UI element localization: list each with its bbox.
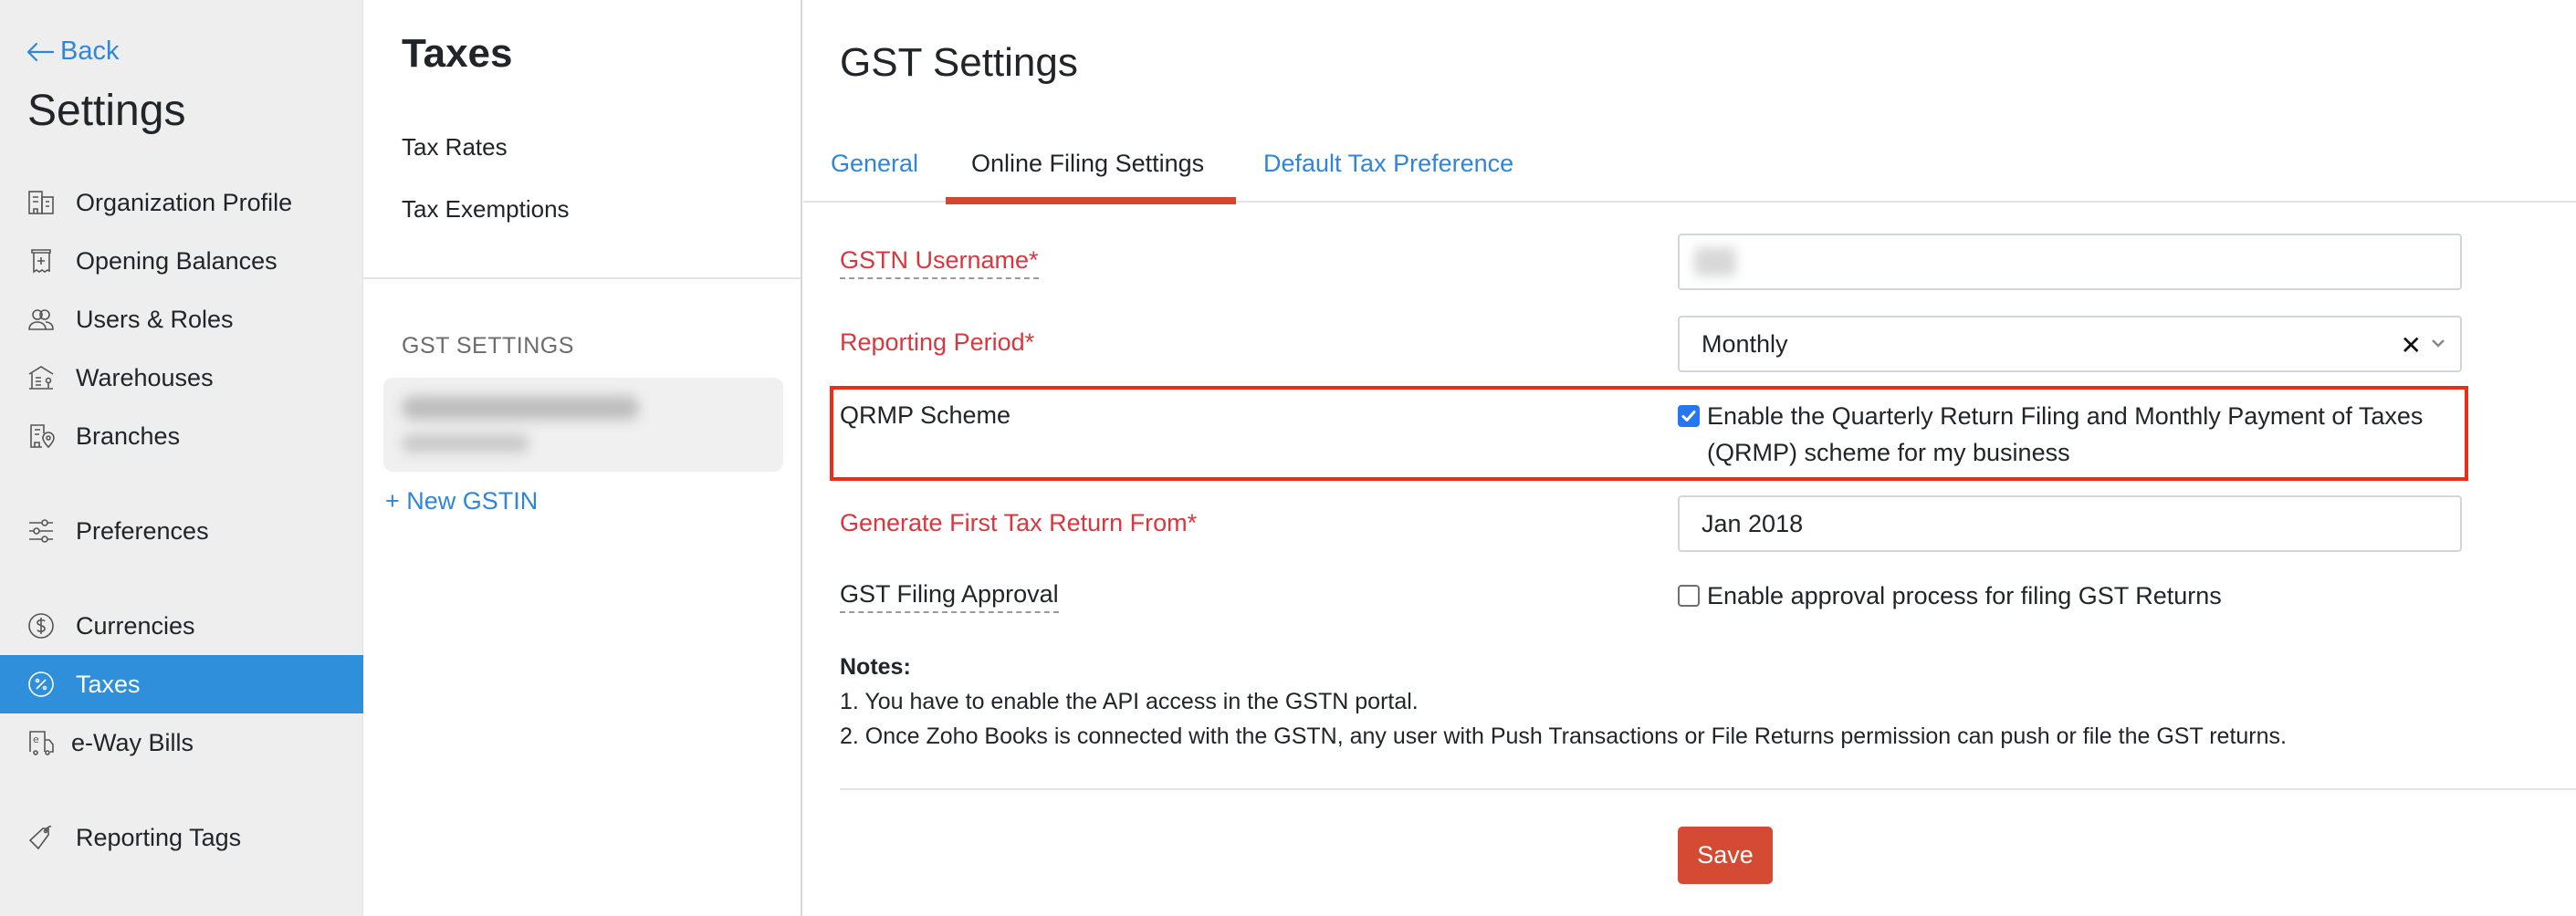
gstn-username-label: GSTN Username* xyxy=(840,246,1039,279)
filing-approval-checkbox-row: Enable approval process for filing GST R… xyxy=(1678,578,2222,614)
page-title: GST Settings xyxy=(840,40,1078,85)
qrmp-label-line1: Enable the Quarterly Return Filing and M… xyxy=(1707,402,2424,430)
back-link[interactable]: Back xyxy=(26,36,119,67)
save-button[interactable]: Save xyxy=(1678,827,1773,884)
clear-selection-icon[interactable]: ✕ xyxy=(2401,330,2422,360)
sidebar-item-currencies[interactable]: Currencies xyxy=(0,597,363,655)
dollar-circle-icon xyxy=(27,612,55,640)
gstin-card[interactable] xyxy=(383,378,783,472)
sidebar-item-reporting-tags[interactable]: Reporting Tags xyxy=(0,808,363,867)
gstn-username-label-text: GSTN Username* xyxy=(840,246,1039,279)
redacted-gstin-number xyxy=(402,434,529,453)
subnav-title: Taxes xyxy=(402,31,513,76)
sidebar-item-label: Users & Roles xyxy=(76,305,234,333)
filing-approval-label: GST Filing Approval xyxy=(840,580,1059,613)
reporting-period-value: Monthly xyxy=(1702,329,1788,358)
filing-approval-checkbox-label[interactable]: Enable approval process for filing GST R… xyxy=(1707,578,2222,614)
notes-section: Notes: 1. You have to enable the API acc… xyxy=(840,650,2287,754)
redacted-gstin-name xyxy=(402,396,639,420)
qrmp-label-line2: (QRMP) scheme for my business xyxy=(1707,439,2070,466)
sidebar-item-organization-profile[interactable]: Organization Profile xyxy=(0,173,363,232)
warehouse-icon xyxy=(27,364,55,391)
back-label: Back xyxy=(60,36,120,66)
tag-icon xyxy=(27,824,55,851)
active-tab-indicator xyxy=(946,197,1236,204)
filing-approval-checkbox[interactable] xyxy=(1678,585,1700,607)
receipt-icon xyxy=(27,247,55,275)
svg-text:e: e xyxy=(33,734,39,745)
first-return-label: Generate First Tax Return From* xyxy=(840,509,1198,536)
sidebar-item-taxes[interactable]: Taxes xyxy=(0,655,363,713)
tab-default-tax-preference[interactable]: Default Tax Preference xyxy=(1263,150,1513,178)
taxes-subnav: Taxes Tax Rates Tax Exemptions GST SETTI… xyxy=(363,0,802,916)
form-footer-divider xyxy=(840,788,2576,790)
filing-approval-label-text: GST Filing Approval xyxy=(840,580,1059,613)
tab-general[interactable]: General xyxy=(831,150,918,178)
settings-tabs: General Online Filing Settings Default T… xyxy=(803,137,2576,204)
first-return-value: Jan 2018 xyxy=(1702,509,1804,537)
chevron-down-icon[interactable] xyxy=(2429,334,2447,352)
users-icon xyxy=(27,306,55,333)
first-return-input[interactable]: Jan 2018 xyxy=(1678,495,2462,552)
gst-settings-heading: GST SETTINGS xyxy=(402,333,574,359)
note-line: 2. Once Zoho Books is connected with the… xyxy=(840,723,2287,749)
subnav-divider xyxy=(363,277,801,279)
sidebar-item-label: Branches xyxy=(76,422,181,450)
sidebar-item-label: Currencies xyxy=(76,611,195,640)
qrmp-checkbox[interactable] xyxy=(1678,405,1700,427)
reporting-period-label: Reporting Period* xyxy=(840,328,1035,356)
percent-circle-icon xyxy=(27,671,55,698)
arrow-left-icon xyxy=(26,42,55,61)
sidebar-item-warehouses[interactable]: Warehouses xyxy=(0,349,363,407)
sidebar-item-eway-bills[interactable]: e e-Way Bills xyxy=(0,713,363,772)
notes-heading: Notes: xyxy=(840,654,911,680)
sidebar-item-branches[interactable]: Branches xyxy=(0,407,363,465)
new-gstin-link[interactable]: + New GSTIN xyxy=(385,487,538,515)
qrmp-checkbox-label[interactable]: Enable the Quarterly Return Filing and M… xyxy=(1707,398,2423,471)
subnav-link-tax-rates[interactable]: Tax Rates xyxy=(402,133,508,161)
sidebar-title: Settings xyxy=(27,87,186,135)
branch-location-icon xyxy=(27,422,55,450)
sidebar-item-label: Taxes xyxy=(76,670,141,698)
building-icon xyxy=(27,189,55,216)
reporting-period-select[interactable]: Monthly ✕ xyxy=(1678,316,2462,372)
sidebar-item-label: Preferences xyxy=(76,516,209,545)
eway-truck-icon: e xyxy=(27,729,55,756)
qrmp-scheme-label: QRMP Scheme xyxy=(840,401,1011,429)
redacted-username-value xyxy=(1694,247,1736,276)
sidebar-item-preferences[interactable]: Preferences xyxy=(0,502,363,560)
sidebar-item-label: e-Way Bills xyxy=(71,728,194,756)
sidebar-item-label: Organization Profile xyxy=(76,188,293,216)
note-line: 1. You have to enable the API access in … xyxy=(840,689,1419,714)
checkmark-icon xyxy=(1681,411,1696,422)
sidebar-item-users-roles[interactable]: Users & Roles xyxy=(0,290,363,349)
subnav-link-tax-exemptions[interactable]: Tax Exemptions xyxy=(402,195,570,224)
sidebar-item-label: Reporting Tags xyxy=(76,823,242,851)
sidebar-item-label: Opening Balances xyxy=(76,246,277,275)
settings-sidebar: Back Settings Organization Profile Openi… xyxy=(0,0,363,916)
sidebar-item-label: Warehouses xyxy=(76,363,214,391)
tab-online-filing-settings[interactable]: Online Filing Settings xyxy=(971,150,1204,178)
sliders-icon xyxy=(27,517,55,545)
qrmp-checkbox-row: Enable the Quarterly Return Filing and M… xyxy=(1678,398,2423,471)
gst-settings-main: GST Settings General Online Filing Setti… xyxy=(803,0,2576,916)
sidebar-item-opening-balances[interactable]: Opening Balances xyxy=(0,232,363,290)
gstn-username-input[interactable] xyxy=(1678,234,2462,290)
